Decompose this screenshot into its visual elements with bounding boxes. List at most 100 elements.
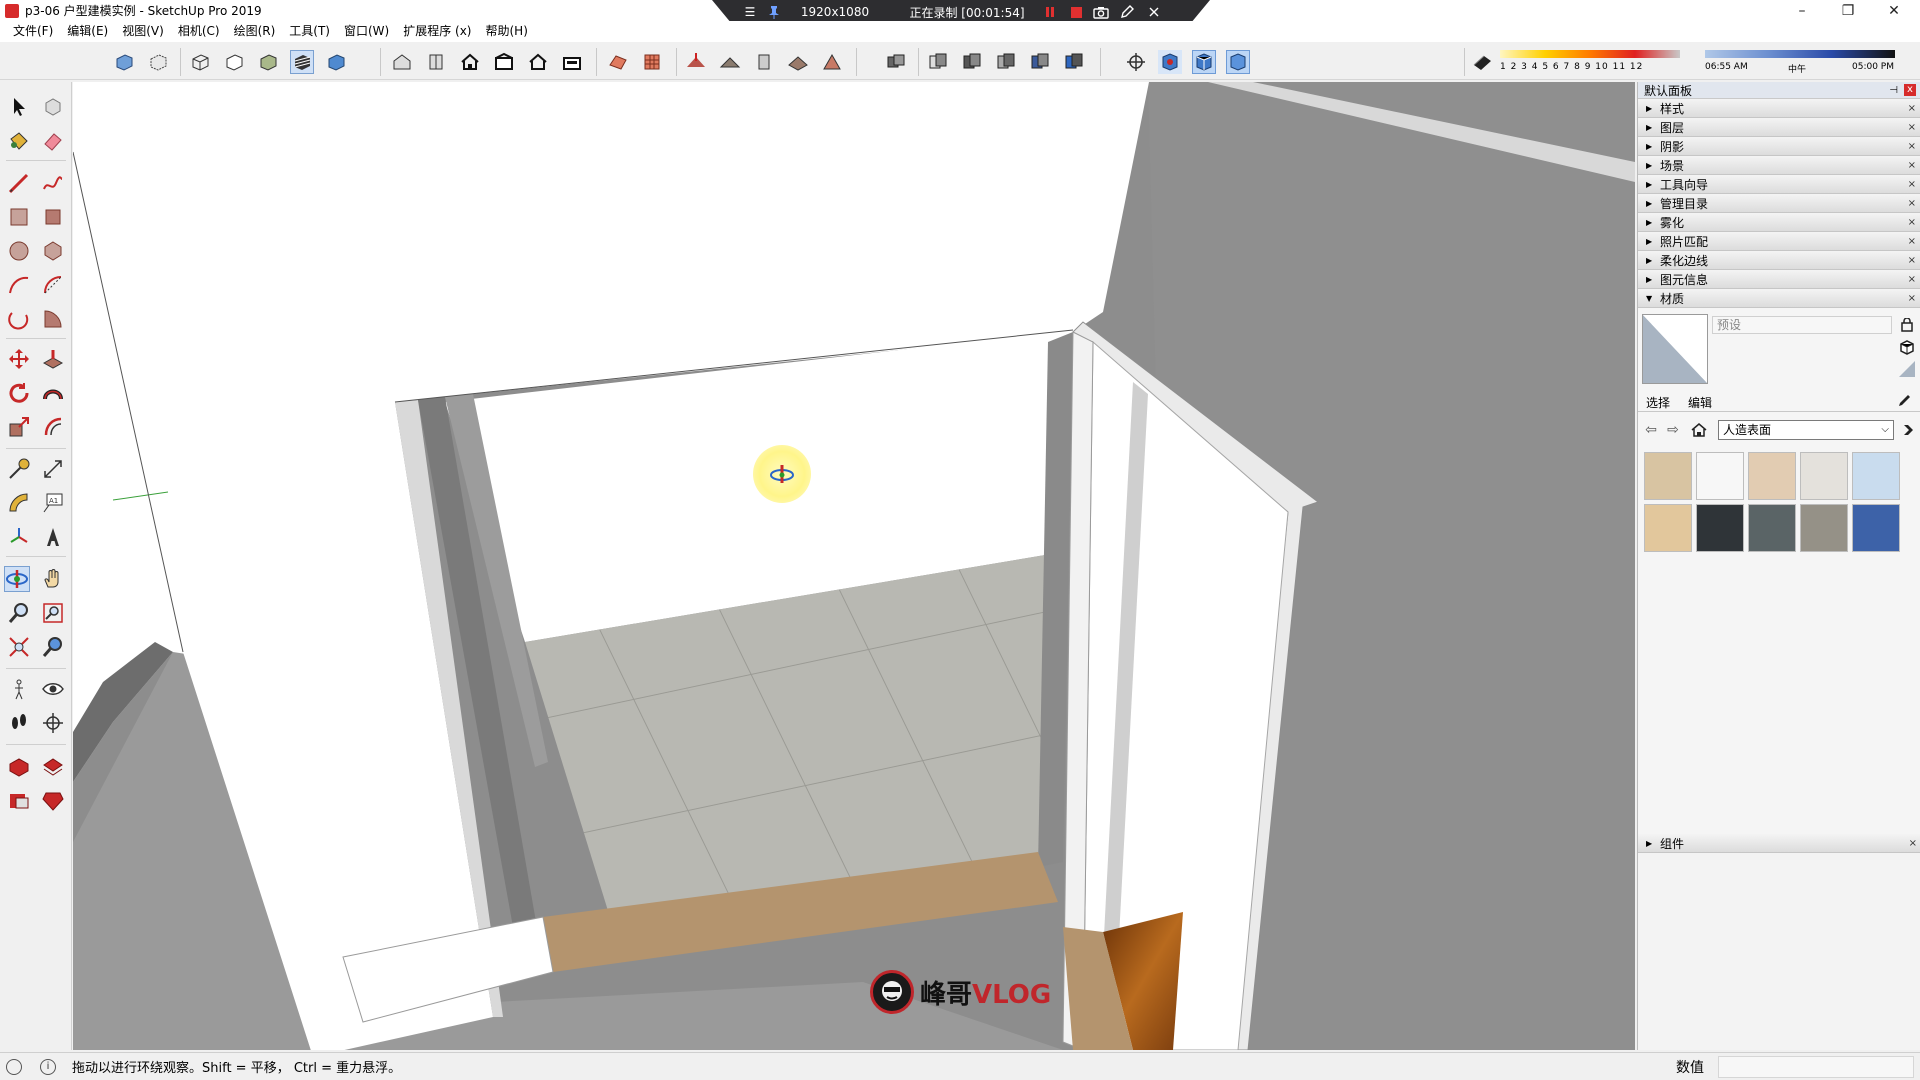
eraser-icon[interactable] xyxy=(40,128,66,154)
circle-tool-icon[interactable] xyxy=(6,238,32,264)
panel-close-icon[interactable]: × xyxy=(1908,103,1916,114)
shadow-time-slider[interactable] xyxy=(1705,50,1895,58)
material-library-select[interactable]: 人造表面 ⌵ xyxy=(1718,420,1894,440)
material-swatch[interactable] xyxy=(1852,504,1900,552)
shadow-date-slider[interactable] xyxy=(1500,50,1680,58)
material-swatch[interactable] xyxy=(1748,452,1796,500)
tab-select[interactable]: 选择 xyxy=(1640,394,1676,411)
zoom-window-icon[interactable] xyxy=(40,600,66,626)
freehand-tool-icon[interactable] xyxy=(40,170,66,196)
home-icon[interactable] xyxy=(1690,421,1708,439)
maximize-button[interactable]: ❐ xyxy=(1826,0,1870,21)
recorder-pause-icon[interactable] xyxy=(1042,4,1058,20)
material-cube-icon[interactable] xyxy=(1898,338,1916,356)
menu-tools[interactable]: 工具(T) xyxy=(282,21,337,42)
shaded-style-icon[interactable] xyxy=(256,50,280,74)
sandbox-contours-icon[interactable] xyxy=(606,50,630,74)
rectangle-tool-icon[interactable] xyxy=(6,204,32,230)
panel-close-icon[interactable]: × xyxy=(1908,236,1916,247)
orbit-tool-icon[interactable] xyxy=(4,566,30,592)
display-section-planes-icon[interactable] xyxy=(1192,50,1216,74)
tray-close-button[interactable]: x xyxy=(1904,84,1916,96)
add-detail-icon[interactable] xyxy=(786,50,810,74)
previous-view-icon[interactable] xyxy=(40,634,66,660)
menu-edit[interactable]: 编辑(E) xyxy=(60,21,115,42)
move-tool-icon[interactable] xyxy=(6,346,32,372)
panel-shadows[interactable]: ▶ 阴影 × xyxy=(1638,137,1920,156)
three-point-arc-icon[interactable] xyxy=(6,306,32,332)
panel-close-icon[interactable]: × xyxy=(1908,255,1916,266)
stamp-icon[interactable] xyxy=(718,50,742,74)
front-view-icon[interactable] xyxy=(458,50,482,74)
material-swatch[interactable] xyxy=(1696,504,1744,552)
xray-style-icon[interactable] xyxy=(112,50,136,74)
panel-close-icon[interactable]: × xyxy=(1908,198,1916,209)
section-plane-icon[interactable] xyxy=(1158,50,1182,74)
material-swatch[interactable] xyxy=(1644,504,1692,552)
recorder-pin-icon[interactable] xyxy=(766,4,782,20)
axes-tool-icon[interactable] xyxy=(6,524,32,550)
walk-tool-icon[interactable] xyxy=(6,710,32,736)
line-tool-icon[interactable] xyxy=(6,170,32,196)
pan-tool-icon[interactable] xyxy=(40,566,66,592)
extension-manager-icon[interactable] xyxy=(40,788,66,814)
zoom-tool-icon[interactable] xyxy=(6,600,32,626)
menu-draw[interactable]: 绘图(R) xyxy=(227,21,283,42)
rotated-rectangle-icon[interactable] xyxy=(40,204,66,230)
recorder-menu-icon[interactable]: ☰ xyxy=(742,4,758,20)
recorder-camera-icon[interactable] xyxy=(1092,4,1110,20)
flip-edge-icon[interactable] xyxy=(820,50,844,74)
shadow-settings-bar[interactable]: 1 2 3 4 5 6 7 8 9 10 11 12 06:55 AM 中午 0… xyxy=(1500,46,1900,76)
menu-window[interactable]: 窗口(W) xyxy=(337,21,396,42)
offset-tool-icon[interactable] xyxy=(40,414,66,440)
shadows-toggle-icon[interactable] xyxy=(1470,50,1494,74)
panel-close-icon[interactable]: × xyxy=(1908,217,1916,228)
panel-materials[interactable]: ▼ 材质 × xyxy=(1638,289,1920,308)
iso-view-icon[interactable] xyxy=(390,50,414,74)
tray-pin-icon[interactable]: ⊣ xyxy=(1889,85,1898,96)
panel-fog[interactable]: ▶ 雾化 × xyxy=(1638,213,1920,232)
solid-outer-shell-icon[interactable] xyxy=(926,50,950,74)
solid-subtract-icon[interactable] xyxy=(1028,50,1052,74)
3d-warehouse-icon[interactable] xyxy=(6,754,32,780)
solid-union-icon[interactable] xyxy=(994,50,1018,74)
share-model-icon[interactable] xyxy=(40,754,66,780)
measurements-input[interactable] xyxy=(1718,1056,1914,1078)
material-swatch[interactable] xyxy=(1800,452,1848,500)
tape-measure-icon[interactable] xyxy=(6,456,32,482)
recorder-stop-icon[interactable] xyxy=(1068,4,1084,20)
material-swatch[interactable] xyxy=(1852,452,1900,500)
close-button[interactable]: ✕ xyxy=(1872,0,1916,21)
material-swatch[interactable] xyxy=(1748,504,1796,552)
follow-me-icon[interactable] xyxy=(40,380,66,406)
position-camera-icon[interactable] xyxy=(6,676,32,702)
sandbox-scratch-icon[interactable] xyxy=(640,50,664,74)
zoom-extents-icon[interactable] xyxy=(6,634,32,660)
panel-components[interactable]: ▶ 组件 × xyxy=(1638,834,1920,853)
material-swatch[interactable] xyxy=(1696,452,1744,500)
panel-close-icon[interactable]: × xyxy=(1908,141,1916,152)
panel-close-icon[interactable]: × xyxy=(1909,838,1917,849)
right-view-icon[interactable] xyxy=(492,50,516,74)
panel-close-icon[interactable]: × xyxy=(1908,293,1916,304)
monochrome-style-icon[interactable] xyxy=(324,50,348,74)
make-component-icon[interactable] xyxy=(40,94,66,120)
display-section-cuts-icon[interactable] xyxy=(1226,50,1250,74)
material-swatch[interactable] xyxy=(1644,452,1692,500)
components-icon[interactable] xyxy=(884,50,908,74)
panel-close-icon[interactable]: × xyxy=(1908,160,1916,171)
polygon-tool-icon[interactable] xyxy=(40,238,66,264)
smoove-icon[interactable] xyxy=(684,50,708,74)
menu-file[interactable]: 文件(F) xyxy=(6,21,60,42)
solid-intersect-icon[interactable] xyxy=(960,50,984,74)
panel-instructor[interactable]: ▶ 工具向导 × xyxy=(1638,175,1920,194)
material-preview[interactable] xyxy=(1642,314,1708,384)
default-material-icon[interactable] xyxy=(1898,360,1916,378)
panel-close-icon[interactable]: × xyxy=(1908,122,1916,133)
3d-text-icon[interactable] xyxy=(40,524,66,550)
top-view-icon[interactable] xyxy=(424,50,448,74)
text-tool-icon[interactable]: A1 xyxy=(40,490,66,516)
protractor-icon[interactable] xyxy=(6,490,32,516)
recorder-pen-icon[interactable] xyxy=(1118,4,1136,20)
menu-help[interactable]: 帮助(H) xyxy=(478,21,534,42)
